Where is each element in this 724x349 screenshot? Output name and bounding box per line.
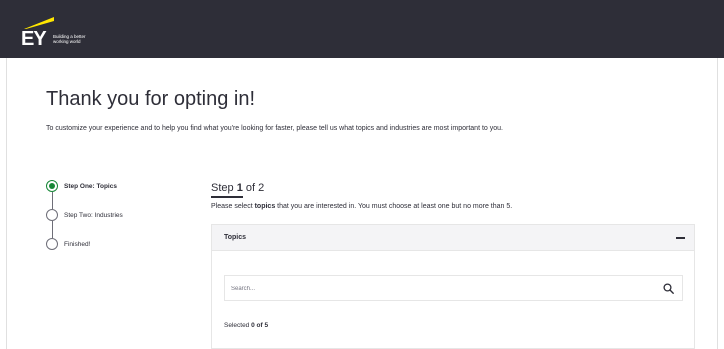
instruction-text: Please select [211, 203, 255, 210]
step-heading: Step 1 of 2 [211, 182, 264, 194]
page-title: Thank you for opting in! [46, 88, 256, 110]
topics-panel-title: Topics [224, 234, 247, 241]
step-two-indicator-icon [46, 209, 58, 221]
step-finished-label[interactable]: Finished! [64, 241, 90, 248]
step-finished-indicator-icon [46, 238, 58, 250]
instruction-keyword: topics [254, 203, 276, 210]
step-one-label[interactable]: Step One: Topics [64, 183, 117, 190]
topics-panel: Topics Selected 0 of 5 [211, 224, 695, 349]
topic-search-input[interactable] [231, 282, 651, 296]
step-heading-underline [211, 196, 243, 198]
topic-search-box [224, 275, 683, 301]
step-heading-prefix: Step [211, 182, 237, 194]
selected-count-prefix: Selected [224, 322, 252, 329]
selected-count: Selected 0 of 5 [224, 322, 268, 329]
logo-wordmark: EY [21, 28, 47, 50]
step-connector [51, 192, 53, 209]
logo-tagline: Building a better working world [53, 34, 86, 44]
step-connector [51, 221, 53, 238]
top-bar: EY Building a better working world [0, 0, 724, 58]
search-icon[interactable] [663, 283, 674, 294]
ey-logo[interactable]: EY Building a better working world [21, 17, 121, 51]
page-intro: To customize your experience and to help… [46, 125, 503, 132]
topics-panel-header[interactable]: Topics [212, 225, 694, 251]
minus-icon[interactable] [676, 237, 685, 239]
step-heading-suffix: of 2 [242, 182, 265, 194]
selected-count-value: 0 of 5 [251, 322, 269, 329]
step-two-label[interactable]: Step Two: Industries [64, 212, 123, 219]
step-one-indicator-icon [46, 180, 58, 192]
step-instruction: Please select topics that you are intere… [211, 203, 512, 210]
instruction-text: that you are interested in. You must cho… [275, 203, 513, 210]
